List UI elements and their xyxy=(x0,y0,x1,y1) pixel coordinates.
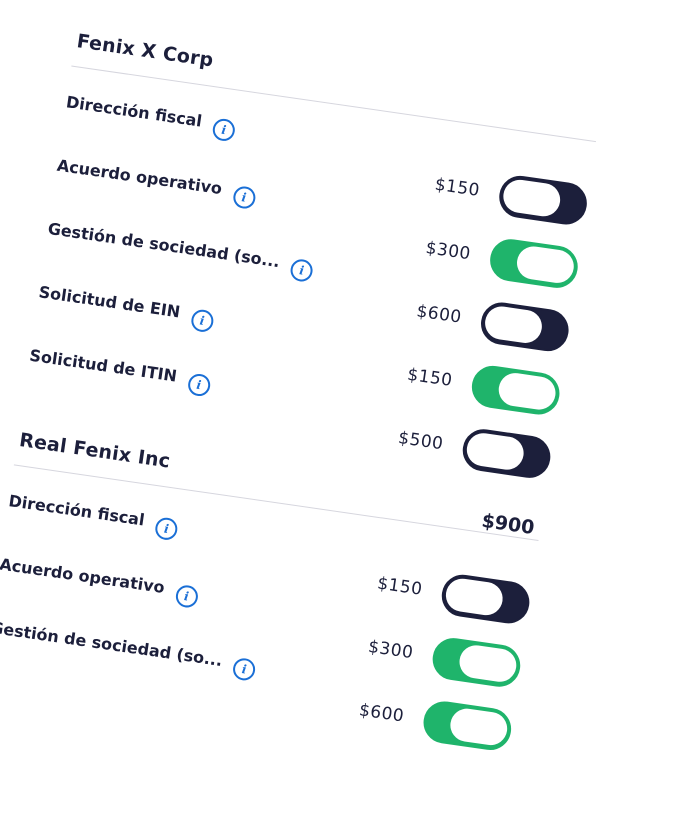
info-icon[interactable]: i xyxy=(189,308,215,334)
service-price: $300 xyxy=(366,636,415,664)
toggle-knob xyxy=(482,304,545,346)
service-controls: $600 xyxy=(356,689,514,753)
toggle-knob xyxy=(496,370,558,412)
service-price: $600 xyxy=(415,301,463,328)
screenshot-stage: Fenix X Corp Dirección fiscal i $150 Acu… xyxy=(0,0,675,823)
info-icon[interactable]: i xyxy=(153,516,179,542)
toggle-knob xyxy=(501,177,563,219)
service-price: $150 xyxy=(376,573,424,600)
toggle-knob xyxy=(464,431,526,472)
service-toggle[interactable] xyxy=(420,698,514,753)
toggle-knob xyxy=(443,576,505,618)
service-label-group: Dirección fiscal i xyxy=(7,489,179,542)
service-label: Dirección fiscal xyxy=(64,91,204,131)
info-icon[interactable]: i xyxy=(211,117,237,143)
service-price: $600 xyxy=(357,700,406,727)
info-icon[interactable]: i xyxy=(231,656,257,682)
services-panel: Fenix X Corp Dirección fiscal i $150 Acu… xyxy=(0,20,603,753)
toggle-knob xyxy=(514,244,576,286)
info-icon[interactable]: i xyxy=(231,185,257,210)
service-price: $300 xyxy=(424,238,473,265)
toggle-knob xyxy=(448,706,510,748)
info-icon[interactable]: i xyxy=(186,372,212,398)
company-name: Fenix X Corp xyxy=(75,30,215,72)
service-price: $500 xyxy=(396,428,445,455)
service-price: $150 xyxy=(406,364,454,391)
section-total: $900 xyxy=(480,509,536,540)
toggle-knob xyxy=(457,643,519,684)
service-label: Dirección fiscal xyxy=(7,490,146,529)
company-section-fenix-x-corp: Fenix X Corp Dirección fiscal i $150 Acu… xyxy=(23,20,603,481)
service-label-group: Dirección fiscal i xyxy=(64,90,237,143)
service-price: $150 xyxy=(433,174,482,201)
info-icon[interactable]: i xyxy=(289,258,315,283)
info-icon[interactable]: i xyxy=(174,583,199,609)
